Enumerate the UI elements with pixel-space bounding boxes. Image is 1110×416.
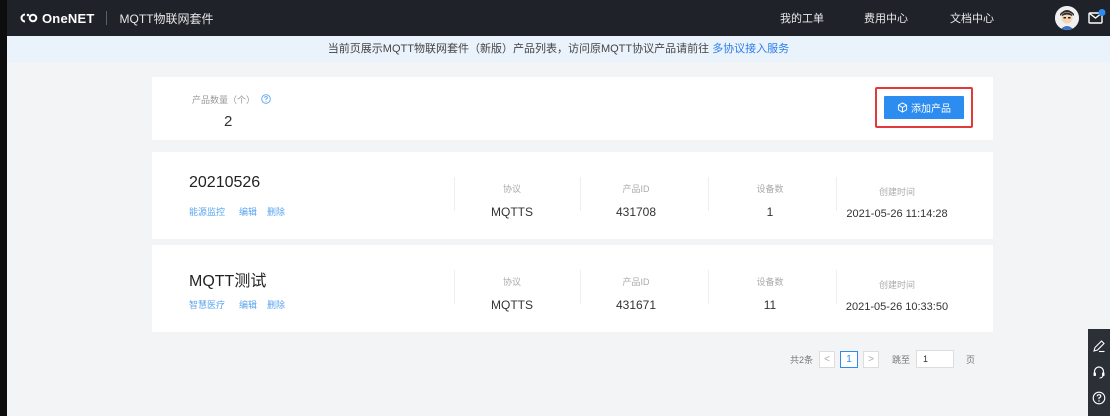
created-time-column: 创建时间 2021-05-26 10:33:50 (832, 278, 962, 313)
column-divider (454, 177, 455, 211)
jump-to-label: 跳至 (892, 354, 911, 365)
edit-product-link[interactable]: 编辑 (239, 205, 257, 218)
created-time-column: 创建时间 2021-05-26 11:14:28 (832, 185, 962, 220)
floating-toolbar (1088, 329, 1110, 416)
delete-product-link[interactable]: 删除 (267, 298, 285, 311)
headset-icon[interactable] (1092, 365, 1106, 379)
help-circle-icon[interactable] (261, 93, 271, 106)
delete-product-link[interactable]: 删除 (267, 205, 285, 218)
column-divider (580, 177, 581, 211)
prev-page-button[interactable]: < (819, 350, 836, 368)
created-time-label: 创建时间 (878, 280, 915, 290)
column-divider (454, 270, 455, 304)
next-page-button[interactable]: > (863, 350, 880, 368)
user-avatar[interactable] (1055, 6, 1079, 30)
add-product-label: 添加产品 (911, 104, 951, 115)
add-product-button[interactable]: 添加产品 (884, 96, 964, 119)
product-count-value: 2 (224, 113, 233, 130)
docs-center-link[interactable]: 文档中心 (950, 10, 994, 26)
product-id-label: 产品ID (622, 184, 650, 194)
product-id-label: 产品ID (622, 277, 650, 287)
top-navbar: OneNET MQTT物联网套件 我的工单 费用中心 文档中心 (7, 0, 1110, 36)
product-id-column: 产品ID 431671 (596, 275, 676, 312)
page-unit-label: 页 (966, 354, 976, 365)
product-card[interactable]: MQTT测试 智慧医疗 编辑 删除 协议 MQTTS 产品ID 431671 设… (152, 245, 993, 332)
column-divider (708, 177, 709, 211)
device-count-value: 11 (763, 298, 777, 312)
edit-product-link[interactable]: 编辑 (239, 298, 257, 311)
product-actions: 能源监控 编辑 删除 (189, 205, 295, 218)
product-id-column: 产品ID 431708 (596, 182, 676, 219)
multi-protocol-link[interactable]: 多协议接入服务 (712, 43, 789, 55)
message-envelope-icon[interactable] (1088, 9, 1106, 30)
pagination: 共2条 < 1 > 跳至 页 (790, 350, 975, 368)
device-count-column: 设备数 11 (730, 275, 810, 312)
notice-text: 当前页展示MQTT物联网套件（新版）产品列表，访问原MQTT协议产品请前往 (327, 43, 710, 55)
help-icon[interactable] (1092, 391, 1106, 405)
onenet-logo-icon (19, 12, 39, 24)
protocol-column: 协议 MQTTS (472, 182, 552, 219)
protocol-value: MQTTS (491, 205, 533, 219)
product-tag[interactable]: 智慧医疗 (189, 298, 225, 311)
created-time-value: 2021-05-26 10:33:50 (845, 301, 949, 313)
protocol-label: 协议 (502, 184, 521, 194)
device-count-label: 设备数 (756, 184, 784, 194)
billing-center-link[interactable]: 费用中心 (864, 10, 908, 26)
header-divider (106, 11, 108, 25)
column-divider (708, 270, 709, 304)
page-1-button[interactable]: 1 (840, 350, 859, 368)
cube-icon (897, 102, 908, 113)
protocol-label: 协议 (502, 277, 521, 287)
pagination-total: 共2条 (790, 354, 814, 365)
product-id-value: 431671 (615, 298, 657, 312)
add-product-highlight-box: 添加产品 (875, 87, 973, 128)
device-count-column: 设备数 1 (730, 182, 810, 219)
app-title: MQTT物联网套件 (119, 11, 214, 26)
created-time-label: 创建时间 (878, 187, 915, 197)
created-time-value: 2021-05-26 11:14:28 (846, 208, 948, 220)
edit-pen-icon[interactable] (1092, 339, 1106, 353)
product-name[interactable]: 20210526 (189, 174, 260, 192)
product-actions: 智慧医疗 编辑 删除 (189, 298, 295, 311)
device-count-label: 设备数 (756, 277, 784, 287)
product-name[interactable]: MQTT测试 (189, 267, 266, 291)
my-tickets-link[interactable]: 我的工单 (780, 10, 824, 26)
onenet-logo[interactable]: OneNET (19, 11, 94, 26)
product-card[interactable]: 20210526 能源监控 编辑 删除 协议 MQTTS 产品ID 431708… (152, 152, 993, 239)
logo-text: OneNET (42, 10, 95, 26)
column-divider (580, 270, 581, 304)
left-edge-strip (0, 0, 7, 416)
product-id-value: 431708 (615, 205, 657, 219)
protocol-value: MQTTS (491, 298, 533, 312)
product-count-label-text: 产品数量（个） (192, 95, 256, 105)
jump-page-input[interactable] (916, 350, 955, 368)
device-count-value: 1 (766, 205, 774, 219)
product-count-label: 产品数量（个） (192, 93, 271, 106)
product-summary-card: 产品数量（个） 2 添加产品 (152, 77, 993, 140)
notice-banner: 当前页展示MQTT物联网套件（新版）产品列表，访问原MQTT协议产品请前往 多协… (7, 36, 1110, 62)
protocol-column: 协议 MQTTS (472, 275, 552, 312)
product-tag[interactable]: 能源监控 (189, 205, 225, 218)
